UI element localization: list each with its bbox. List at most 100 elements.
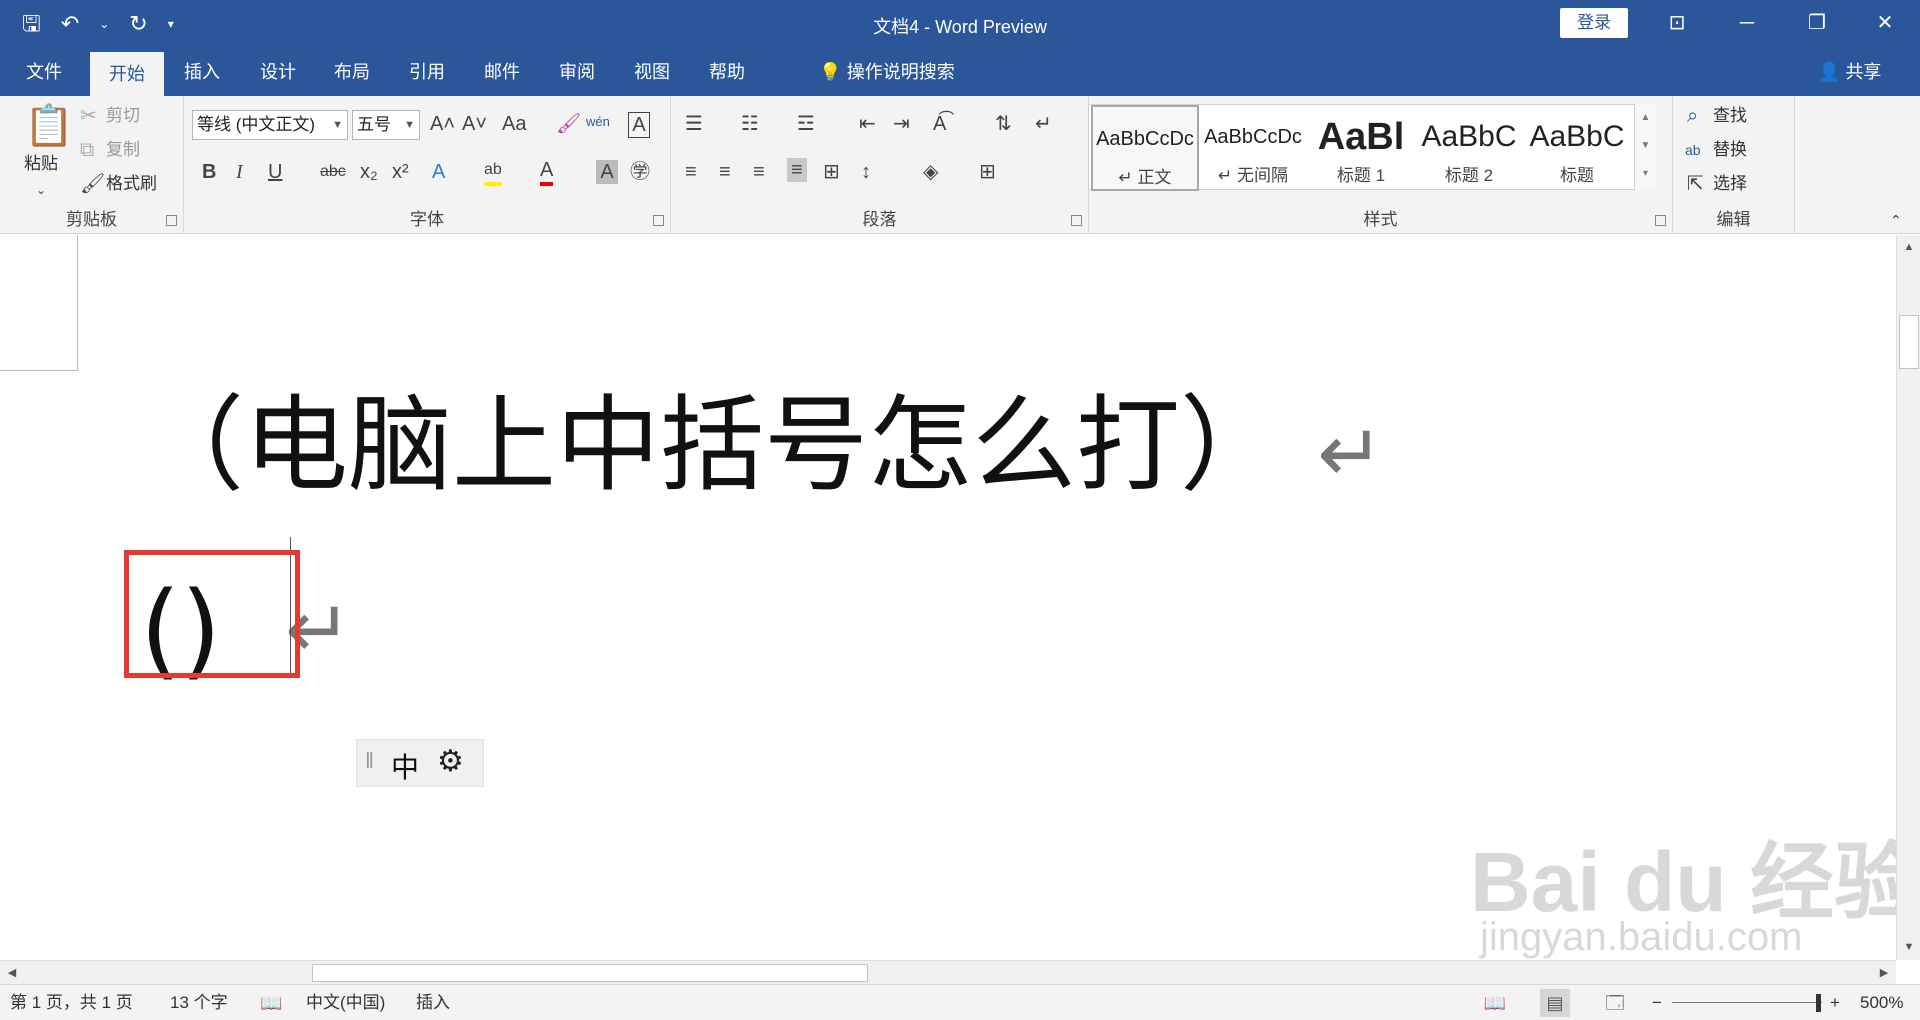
print-layout-icon[interactable]: ▤ [1540, 989, 1570, 1017]
phonetic-guide-icon[interactable]: wén [586, 110, 610, 134]
web-layout-icon[interactable]: 🗔 [1600, 989, 1630, 1017]
distributed-icon[interactable]: ⊞ [823, 160, 840, 184]
style-heading-2[interactable]: AaBbC 标题 2 [1415, 105, 1523, 191]
subscript-icon[interactable]: x₂ [360, 160, 378, 184]
gear-icon[interactable]: ⚙ [437, 744, 464, 779]
close-button[interactable]: ✕ [1860, 8, 1910, 38]
copy-button[interactable]: 复制 [106, 138, 140, 162]
align-right-icon[interactable]: ≡ [753, 160, 765, 184]
ime-toolbar[interactable]: ‖ 中 ⚙ [356, 739, 484, 787]
show-marks-icon[interactable]: ↵ [1035, 112, 1052, 136]
character-shading-icon[interactable]: A [596, 160, 618, 184]
tab-layout[interactable]: 布局 [318, 48, 386, 96]
multilevel-list-icon[interactable]: ☲ [797, 112, 815, 136]
font-color-icon[interactable]: A [540, 158, 554, 186]
language-status[interactable]: 中文(中国) [306, 985, 385, 1020]
ribbon-display-options-icon[interactable]: ⊡ [1652, 8, 1702, 38]
scroll-right-icon[interactable]: ▶ [1872, 961, 1896, 985]
align-center-icon[interactable]: ≡ [719, 160, 731, 184]
tell-me-search[interactable]: 💡 操作说明搜索 [782, 48, 992, 96]
zoom-slider-thumb[interactable] [1816, 994, 1821, 1012]
italic-icon[interactable]: I [236, 160, 243, 184]
strikethrough-icon[interactable]: abc [320, 160, 346, 184]
replace-button[interactable]: 替换 [1713, 138, 1747, 162]
document-line-1[interactable]: （电脑上中括号怎么打） ↵ [140, 385, 1384, 514]
clear-formatting-icon[interactable]: 🖌 [556, 112, 581, 136]
tab-references[interactable]: 引用 [393, 48, 461, 96]
styles-launcher-icon[interactable] [1655, 215, 1666, 226]
vertical-scrollbar[interactable]: ▲ ▼ [1896, 235, 1920, 960]
justify-icon[interactable]: ≡ [787, 158, 807, 182]
gallery-more-icon[interactable]: ▾ [1635, 160, 1656, 188]
tab-review[interactable]: 审阅 [543, 48, 611, 96]
enclose-characters-icon[interactable]: ㊫ [630, 160, 650, 184]
tab-design[interactable]: 设计 [244, 48, 312, 96]
collapse-ribbon-icon[interactable]: ⌃ [1890, 208, 1902, 232]
tab-help[interactable]: 帮助 [693, 48, 761, 96]
scroll-up-icon[interactable]: ▲ [1897, 235, 1920, 259]
document-area[interactable]: （电脑上中括号怎么打） ↵ () ↵ ‖ 中 ⚙ Bai du 经验 jingy… [0, 235, 1896, 960]
scroll-left-icon[interactable]: ◀ [0, 961, 24, 985]
login-button[interactable]: 登录 [1560, 8, 1628, 38]
cut-button[interactable]: 剪切 [106, 104, 140, 128]
chinese-layout-icon[interactable]: A͡ [933, 112, 946, 136]
font-launcher-icon[interactable] [653, 215, 664, 226]
font-size-combo[interactable]: 五号 ▼ [352, 110, 420, 140]
tab-file[interactable]: 文件 [10, 48, 78, 96]
paste-icon[interactable]: 📋 [24, 104, 74, 148]
style-no-spacing[interactable]: AaBbCcDc ↵ 无间隔 [1199, 105, 1307, 191]
horizontal-scroll-thumb[interactable] [312, 964, 868, 982]
paste-dropdown-icon[interactable]: ⌄ [36, 178, 46, 202]
proofing-icon[interactable]: 📖 [260, 985, 282, 1020]
tab-mailings[interactable]: 邮件 [468, 48, 536, 96]
highlight-color-icon[interactable]: ab [484, 158, 502, 186]
paragraph-launcher-icon[interactable] [1071, 215, 1082, 226]
borders-icon[interactable]: ⊞ [979, 160, 996, 184]
word-count[interactable]: 13 个字 [170, 985, 228, 1020]
sort-icon[interactable]: ⇅ [995, 112, 1012, 136]
grow-font-icon[interactable]: A˄ [430, 112, 455, 136]
ime-mode-toggle[interactable]: 中 [391, 746, 419, 786]
shading-bucket-icon[interactable]: ◈ [923, 160, 938, 184]
style-gallery-scroll[interactable]: ▲ ▼ ▾ [1634, 104, 1656, 190]
zoom-in-button[interactable]: + [1830, 985, 1840, 1020]
chevron-down-icon[interactable]: ▼ [1635, 132, 1656, 160]
horizontal-scrollbar[interactable]: ◀ ▶ [0, 960, 1896, 984]
select-button[interactable]: 选择 [1713, 172, 1747, 196]
style-title[interactable]: AaBbC 标题 [1523, 105, 1631, 191]
share-button[interactable]: 👤 共享 [1818, 48, 1881, 96]
numbering-icon[interactable]: ☷ [741, 112, 759, 136]
character-border-icon[interactable]: A [628, 112, 650, 138]
chevron-up-icon[interactable]: ▲ [1635, 104, 1656, 132]
tab-view[interactable]: 视图 [618, 48, 686, 96]
bullets-icon[interactable]: ☰ [685, 112, 703, 136]
decrease-indent-icon[interactable]: ⇤ [859, 112, 876, 136]
scroll-down-icon[interactable]: ▼ [1897, 935, 1920, 959]
find-button[interactable]: 查找 [1713, 104, 1747, 128]
format-painter-button[interactable]: 格式刷 [106, 172, 157, 196]
tab-home[interactable]: 开始 [90, 52, 164, 96]
insert-mode-status[interactable]: 插入 [416, 985, 450, 1020]
vertical-scroll-thumb[interactable] [1899, 315, 1919, 369]
text-effects-icon[interactable]: A [432, 160, 445, 184]
read-mode-icon[interactable]: 📖 [1480, 989, 1510, 1017]
restore-button[interactable]: ❐ [1792, 8, 1842, 38]
clipboard-launcher-icon[interactable] [166, 215, 177, 226]
line-spacing-icon[interactable]: ↕ [861, 160, 871, 184]
increase-indent-icon[interactable]: ⇥ [893, 112, 910, 136]
ime-grip-icon[interactable]: ‖ [365, 748, 374, 774]
minimize-button[interactable]: ─ [1722, 8, 1772, 38]
style-heading-1[interactable]: AaBl 标题 1 [1307, 105, 1415, 191]
zoom-slider[interactable] [1672, 1002, 1822, 1003]
bold-icon[interactable]: B [202, 160, 216, 184]
zoom-level[interactable]: 500% [1860, 985, 1903, 1020]
page-count[interactable]: 第 1 页，共 1 页 [10, 985, 133, 1020]
zoom-out-button[interactable]: − [1652, 985, 1662, 1020]
shrink-font-icon[interactable]: A˅ [462, 112, 487, 136]
superscript-icon[interactable]: x² [392, 160, 409, 184]
font-name-combo[interactable]: 等线 (中文正文) ▼ [192, 110, 348, 140]
paste-button[interactable]: 粘贴 [24, 152, 58, 176]
align-left-icon[interactable]: ≡ [685, 160, 697, 184]
style-normal[interactable]: AaBbCcDc ↵ 正文 [1091, 105, 1199, 191]
change-case-icon[interactable]: Aa [502, 112, 526, 136]
